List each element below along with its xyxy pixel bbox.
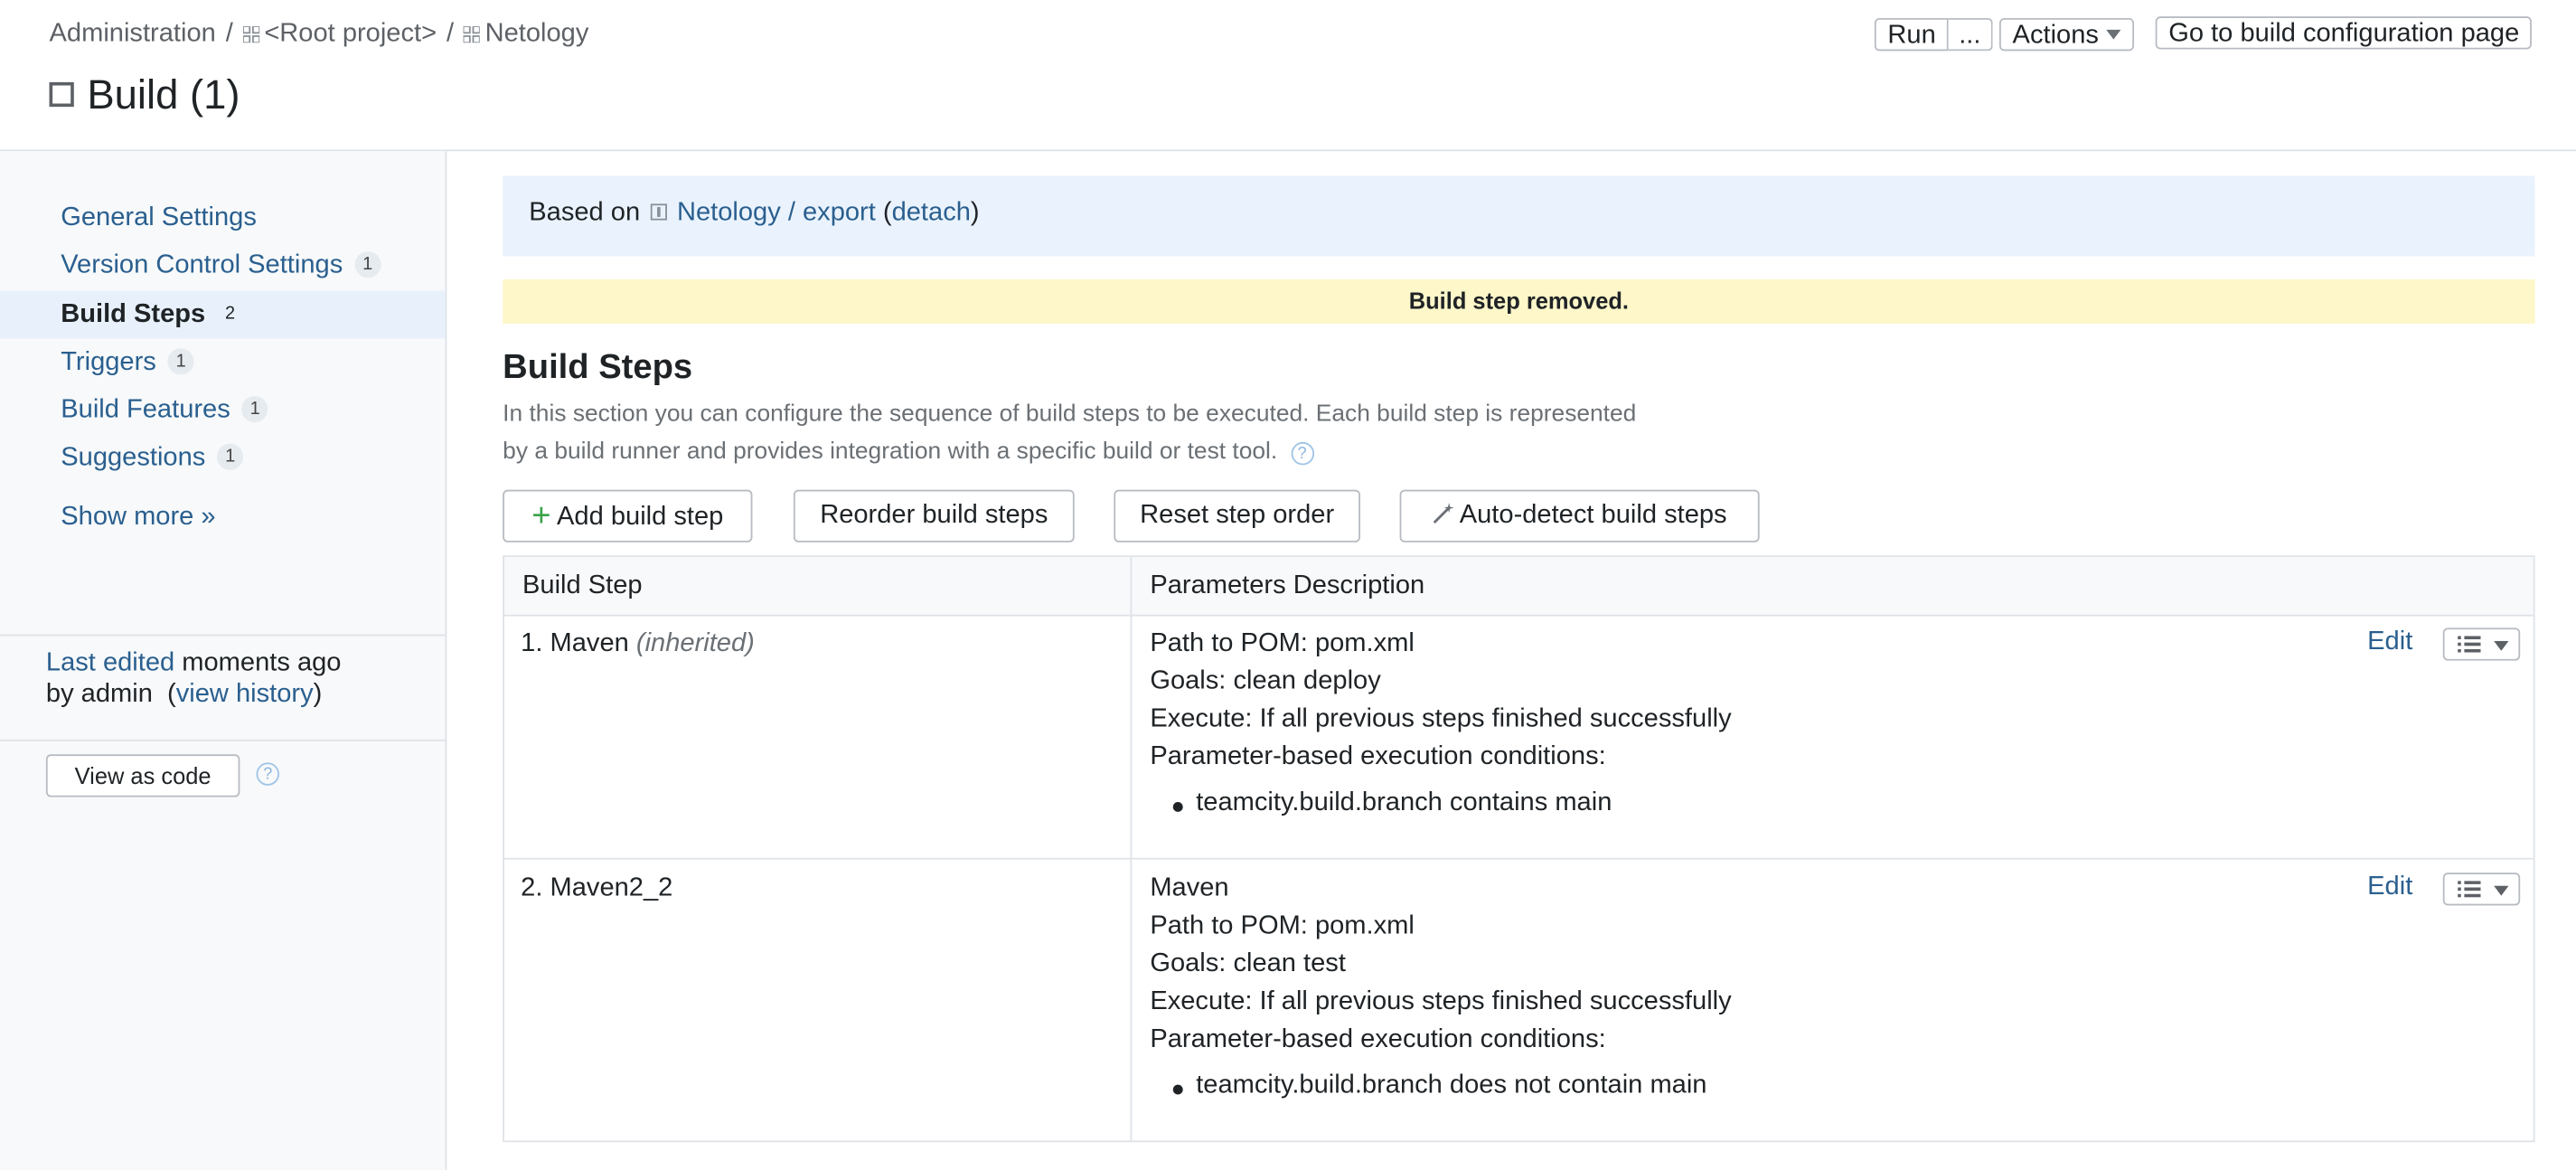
step-actions-menu[interactable] — [2442, 627, 2521, 661]
sidebar-item-general-settings[interactable]: General Settings — [0, 193, 446, 241]
sidebar-item-label: Version Control Settings — [61, 251, 343, 279]
sidebar-item-label: Build Steps — [61, 300, 206, 329]
count-badge: 1 — [217, 443, 244, 470]
param-line: Path to POM: pom.xml — [1150, 911, 1415, 940]
auto-detect-build-steps-button[interactable]: Auto-detect build steps — [1399, 489, 1760, 543]
sidebar-item-build-steps[interactable]: Build Steps 2 — [0, 290, 446, 339]
step-actions-menu[interactable] — [2442, 873, 2521, 906]
param-line: Goals: clean deploy — [1150, 666, 1381, 695]
section-description: In this section you can configure the se… — [503, 396, 1686, 472]
table-header — [504, 557, 2534, 617]
param-line: Parameter-based execution conditions: — [1150, 1025, 1606, 1054]
param-line: Path to POM: pom.xml — [1150, 629, 1415, 658]
sidebar-item-label: Triggers — [61, 348, 156, 377]
project-icon — [463, 26, 481, 43]
row-divider — [504, 857, 2534, 860]
step-parameters: Path to POM: pom.xml Goals: clean deploy… — [1150, 625, 1731, 776]
count-badge: 2 — [225, 304, 236, 325]
run-button-group: Run... — [1874, 17, 1993, 52]
count-badge: 1 — [167, 348, 194, 375]
view-history-link[interactable]: view history — [176, 680, 314, 708]
section-description-line: In this section you can configure the se… — [503, 401, 1637, 428]
actions-dropdown[interactable]: Actions — [1999, 17, 2134, 52]
breadcrumb: Administration / <Root project> / Netology — [50, 20, 589, 50]
detach-link[interactable]: detach — [892, 199, 971, 227]
list-icon — [2458, 881, 2481, 898]
sidebar-item-label: General Settings — [61, 203, 257, 232]
page-title: Build (1) — [49, 71, 240, 120]
edited-by: by admin — [45, 680, 153, 709]
magic-wand-icon — [1433, 503, 1454, 524]
project-icon — [242, 26, 259, 43]
sidebar-divider — [0, 739, 446, 741]
reset-step-order-button[interactable]: Reset step order — [1114, 489, 1360, 543]
sidebar-item-suggestions[interactable]: Suggestions 1 — [0, 434, 446, 482]
success-message: Build step removed. — [503, 278, 2535, 325]
step-name-text: 2. Maven2_2 — [521, 873, 673, 902]
help-icon[interactable]: ? — [256, 762, 279, 786]
add-build-step-button[interactable]: + Add build step — [503, 489, 753, 543]
last-edited-info: Last edited moments ago by admin (view h… — [45, 648, 342, 709]
breadcrumb-root-project[interactable]: <Root project> — [264, 20, 437, 48]
last-edited-link[interactable]: Last edited — [46, 649, 174, 677]
breadcrumb-separator: / — [225, 19, 233, 48]
chevron-down-icon — [2106, 29, 2121, 40]
add-build-step-label: Add build step — [557, 503, 724, 532]
sidebar-item-label: Suggestions — [61, 443, 206, 472]
param-line: Maven — [1150, 873, 1229, 902]
breadcrumb-netology[interactable]: Netology — [485, 20, 589, 48]
template-link[interactable]: Netology / export — [677, 199, 876, 227]
auto-detect-label: Auto-detect build steps — [1459, 501, 1727, 530]
based-on-template-banner: Based on Netology / export (detach) — [503, 175, 2535, 257]
chevron-down-icon — [2494, 885, 2509, 896]
step-parameters: Maven Path to POM: pom.xml Goals: clean … — [1150, 870, 1731, 1059]
sidebar-divider — [0, 634, 446, 637]
inherited-note: (inherited) — [635, 629, 755, 658]
sidebar-item-label: Build Features — [61, 396, 230, 424]
step-name[interactable]: 1. Maven (inherited) — [521, 625, 755, 663]
step-name[interactable]: 2. Maven2_2 — [521, 870, 672, 908]
execution-condition: teamcity.build.branch contains main — [1172, 788, 1612, 817]
param-line: Parameter-based execution conditions: — [1150, 742, 1606, 771]
header-build-step: Build Step — [522, 571, 643, 600]
actions-label: Actions — [2012, 21, 2099, 50]
help-icon[interactable]: ? — [1290, 441, 1314, 466]
count-badge: 1 — [353, 251, 381, 278]
last-edited-time: moments ago — [182, 648, 342, 677]
section-description-line: by a build runner and provides integrati… — [503, 439, 1278, 466]
column-divider — [1130, 557, 1133, 1141]
build-steps-table: Build Step Parameters Description 1. Mav… — [503, 555, 2535, 1143]
edit-step-link[interactable]: Edit — [2367, 627, 2412, 657]
chevron-down-icon — [2494, 640, 2509, 651]
run-button[interactable]: Run — [1874, 17, 1950, 52]
edit-step-link[interactable]: Edit — [2367, 873, 2412, 902]
show-more-link[interactable]: Show more » — [61, 503, 215, 533]
param-line: Goals: clean test — [1150, 949, 1346, 978]
header-parameters-description: Parameters Description — [1150, 571, 1425, 600]
count-badge: 1 — [241, 396, 268, 423]
go-to-build-configuration-button[interactable]: Go to build configuration page — [2155, 16, 2533, 50]
param-line: Execute: If all previous steps finished … — [1150, 704, 1732, 733]
param-line: Execute: If all previous steps finished … — [1150, 987, 1732, 1016]
breadcrumb-administration[interactable]: Administration — [50, 20, 216, 48]
step-name-text: 1. Maven — [521, 629, 629, 658]
build-configuration-icon — [49, 81, 74, 108]
sidebar: General Settings Version Control Setting… — [0, 151, 447, 1170]
based-on-label: Based on — [529, 198, 641, 227]
sidebar-item-build-features[interactable]: Build Features 1 — [0, 386, 446, 434]
execution-condition: teamcity.build.branch does not contain m… — [1172, 1071, 1707, 1099]
template-icon — [650, 203, 668, 221]
sidebar-item-version-control-settings[interactable]: Version Control Settings 1 — [0, 241, 446, 289]
section-title: Build Steps — [503, 348, 693, 387]
list-icon — [2458, 636, 2481, 653]
reorder-build-steps-button[interactable]: Reorder build steps — [793, 489, 1075, 543]
plus-icon: + — [531, 497, 551, 534]
view-as-code-button[interactable]: View as code — [45, 754, 240, 797]
run-custom-button[interactable]: ... — [1949, 17, 1993, 52]
page-title-text: Build (1) — [87, 71, 240, 118]
sidebar-item-triggers[interactable]: Triggers 1 — [0, 338, 446, 386]
breadcrumb-separator: / — [446, 19, 455, 48]
